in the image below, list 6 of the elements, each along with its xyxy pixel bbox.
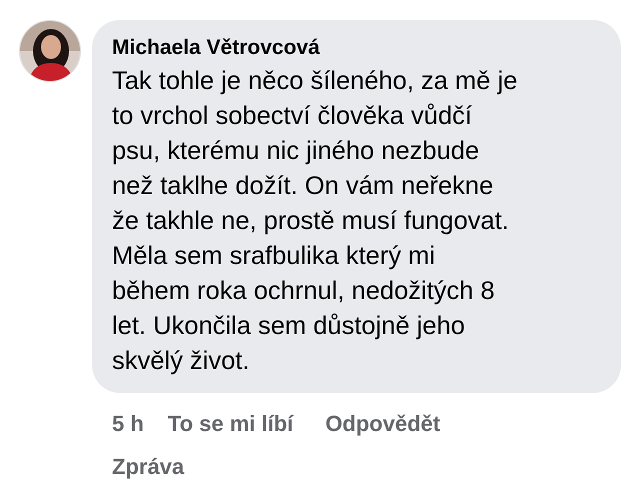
comment-text: Tak tohle je něco šíleného, za mě je to vrchol sobectví člověka vůdčí psu, kterému nic jiného nezbude než taklhe dožít. On vám neřekne že takhle ne, prostě musí fungovat. Měla sem srafbulika který mi během roka ochrnul, nedožitých 8 let. Ukončila sem důstojně jeho skvělý život. <box>112 66 518 377</box>
comment-action-link[interactable]: To se mi líbí <box>168 407 294 440</box>
comment-time: 5 h <box>112 410 144 438</box>
author-name[interactable]: Michaela Větrovcová <box>112 34 605 62</box>
comment-action-link[interactable]: Odpovědět <box>325 407 440 440</box>
comment-action-link[interactable]: Zpráva <box>112 450 184 483</box>
